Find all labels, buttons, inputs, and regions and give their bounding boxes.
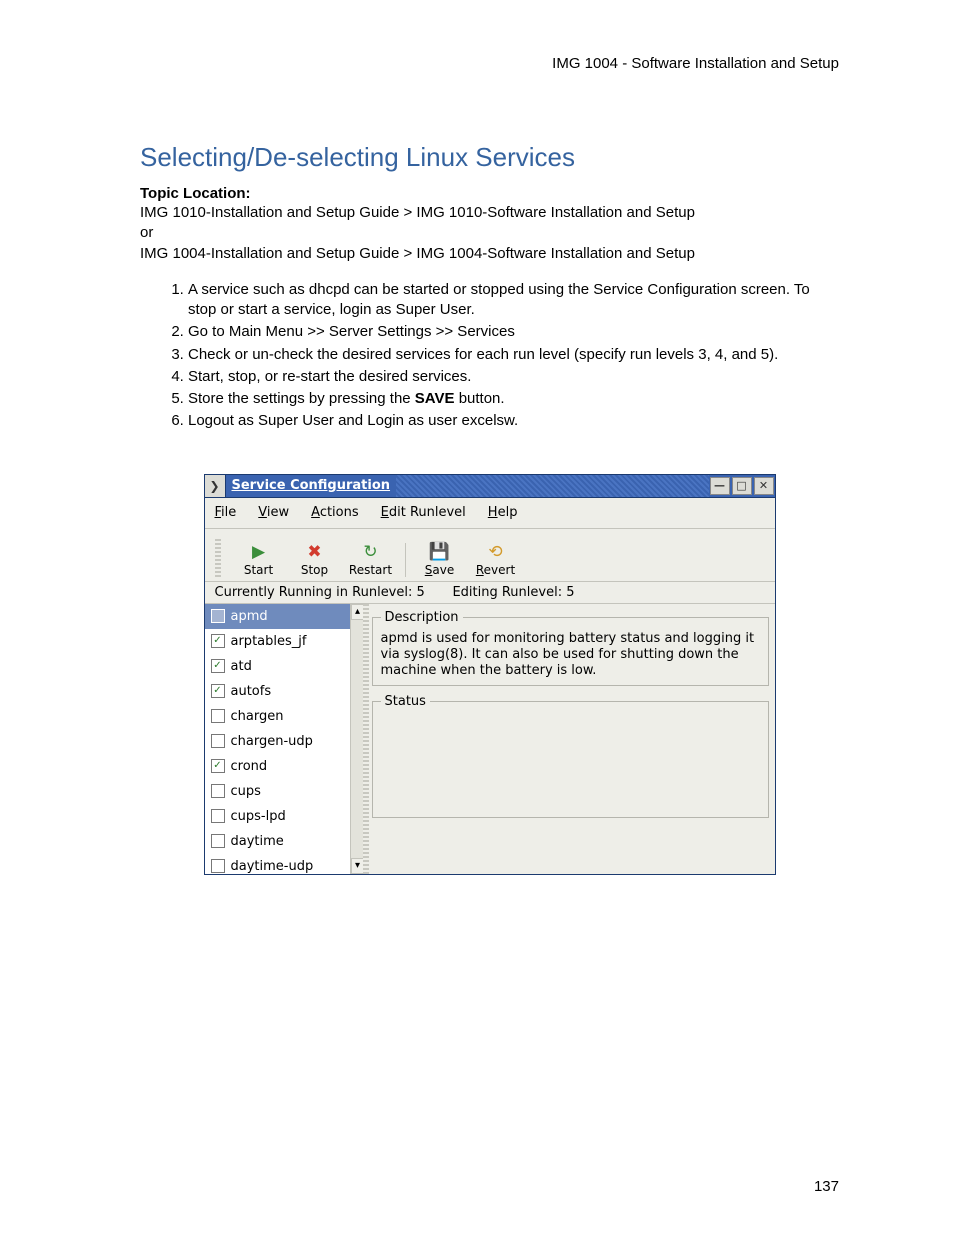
- start-button[interactable]: ▶ Start: [231, 537, 287, 577]
- service-name-label: cups: [231, 784, 261, 799]
- menu-file[interactable]: File: [215, 505, 237, 520]
- step-2: Go to Main Menu >> Server Settings >> Se…: [188, 322, 839, 342]
- service-checkbox[interactable]: ✓: [211, 634, 225, 648]
- service-checkbox[interactable]: [211, 609, 225, 623]
- description-panel: Description apmd is used for monitoring …: [372, 610, 769, 687]
- service-checkbox[interactable]: ✓: [211, 659, 225, 673]
- menu-view[interactable]: View: [258, 505, 289, 520]
- topic-location-line-2: IMG 1004-Installation and Setup Guide > …: [140, 245, 695, 262]
- menu-actions[interactable]: Actions: [311, 505, 359, 520]
- minimize-icon[interactable]: —: [710, 477, 730, 495]
- page-number: 137: [814, 1178, 839, 1195]
- pane-splitter[interactable]: [363, 604, 369, 874]
- topic-location-label: Topic Location:: [140, 185, 251, 202]
- save-button[interactable]: 💾 Save: [412, 537, 468, 577]
- service-name-label: daytime: [231, 834, 284, 849]
- titlebar-drag-area[interactable]: [396, 475, 708, 497]
- status-label: Status: [381, 694, 430, 709]
- menu-edit-runlevel[interactable]: Edit Runlevel: [381, 505, 466, 520]
- running-header: IMG 1004 - Software Installation and Set…: [140, 55, 839, 72]
- service-row-chargen[interactable]: chargen: [205, 704, 350, 729]
- description-label: Description: [381, 610, 463, 625]
- service-row-cups-lpd[interactable]: cups-lpd: [205, 804, 350, 829]
- description-text: apmd is used for monitoring battery stat…: [381, 631, 760, 680]
- toolbar-separator: [405, 543, 406, 577]
- service-row-daytime[interactable]: daytime: [205, 829, 350, 854]
- service-row-apmd[interactable]: apmd: [205, 604, 350, 629]
- start-label: Start: [244, 563, 273, 577]
- stop-button[interactable]: ✖ Stop: [287, 537, 343, 577]
- revert-label: Revert: [476, 563, 515, 577]
- runlevel-status-bar: Currently Running in Runlevel: 5 Editing…: [205, 582, 775, 604]
- service-checkbox[interactable]: ✓: [211, 684, 225, 698]
- service-row-chargen-udp[interactable]: chargen-udp: [205, 729, 350, 754]
- restart-icon: ↻: [360, 541, 382, 563]
- revert-icon: ⟲: [485, 541, 507, 563]
- save-icon: 💾: [429, 541, 451, 563]
- toolbar: ▶ Start ✖ Stop ↻ Restart 💾 Save ⟲ Revert: [205, 529, 775, 582]
- editing-runlevel-label: Editing Runlevel: 5: [452, 585, 574, 600]
- service-name-label: atd: [231, 659, 252, 674]
- status-panel: Status: [372, 694, 769, 818]
- service-checkbox[interactable]: [211, 859, 225, 873]
- collapse-icon[interactable]: ❯: [205, 475, 226, 497]
- service-checkbox[interactable]: [211, 784, 225, 798]
- stop-icon: ✖: [304, 541, 326, 563]
- current-runlevel-label: Currently Running in Runlevel: 5: [215, 585, 425, 600]
- save-label: Save: [425, 563, 454, 577]
- service-name-label: arptables_jf: [231, 634, 307, 649]
- topic-location-line-1: IMG 1010-Installation and Setup Guide > …: [140, 204, 695, 221]
- service-row-atd[interactable]: ✓ atd: [205, 654, 350, 679]
- service-row-daytime-udp[interactable]: daytime-udp: [205, 854, 350, 874]
- maximize-icon[interactable]: □: [732, 477, 752, 495]
- menubar: File View Actions Edit Runlevel Help: [205, 498, 775, 529]
- service-row-crond[interactable]: ✓ crond: [205, 754, 350, 779]
- service-name-label: daytime-udp: [231, 859, 314, 874]
- step-1: A service such as dhcpd can be started o…: [188, 280, 839, 321]
- service-name-label: crond: [231, 759, 268, 774]
- topic-location-or: or: [140, 224, 153, 241]
- service-checkbox[interactable]: ✓: [211, 759, 225, 773]
- revert-button[interactable]: ⟲ Revert: [468, 537, 524, 577]
- window-titlebar[interactable]: ❯ Service Configuration — □ ✕: [205, 475, 775, 498]
- service-row-cups[interactable]: cups: [205, 779, 350, 804]
- step-6: Logout as Super User and Login as user e…: [188, 411, 839, 431]
- service-row-arptables_jf[interactable]: ✓ arptables_jf: [205, 629, 350, 654]
- menu-help[interactable]: Help: [488, 505, 518, 520]
- service-name-label: cups-lpd: [231, 809, 286, 824]
- service-name-label: chargen-udp: [231, 734, 313, 749]
- close-icon[interactable]: ✕: [754, 477, 774, 495]
- service-list[interactable]: apmd ✓ arptables_jf ✓ atd ✓ autofs chargen charg…: [205, 604, 350, 874]
- service-row-autofs[interactable]: ✓ autofs: [205, 679, 350, 704]
- stop-label: Stop: [301, 563, 328, 577]
- service-checkbox[interactable]: [211, 834, 225, 848]
- step-5: Store the settings by pressing the SAVE …: [188, 389, 839, 409]
- step-4: Start, stop, or re-start the desired ser…: [188, 367, 839, 387]
- service-configuration-window: ❯ Service Configuration — □ ✕ File View …: [204, 474, 776, 875]
- service-checkbox[interactable]: [211, 734, 225, 748]
- step-3: Check or un-check the desired services f…: [188, 345, 839, 365]
- restart-button[interactable]: ↻ Restart: [343, 537, 399, 577]
- service-name-label: apmd: [231, 609, 268, 624]
- steps-list: A service such as dhcpd can be started o…: [140, 280, 839, 432]
- service-name-label: chargen: [231, 709, 284, 724]
- toolbar-handle[interactable]: [215, 537, 221, 577]
- window-title: Service Configuration: [226, 478, 397, 493]
- restart-label: Restart: [349, 563, 392, 577]
- play-icon: ▶: [248, 541, 270, 563]
- service-checkbox[interactable]: [211, 709, 225, 723]
- service-checkbox[interactable]: [211, 809, 225, 823]
- page-title: Selecting/De-selecting Linux Services: [140, 142, 839, 173]
- service-name-label: autofs: [231, 684, 272, 699]
